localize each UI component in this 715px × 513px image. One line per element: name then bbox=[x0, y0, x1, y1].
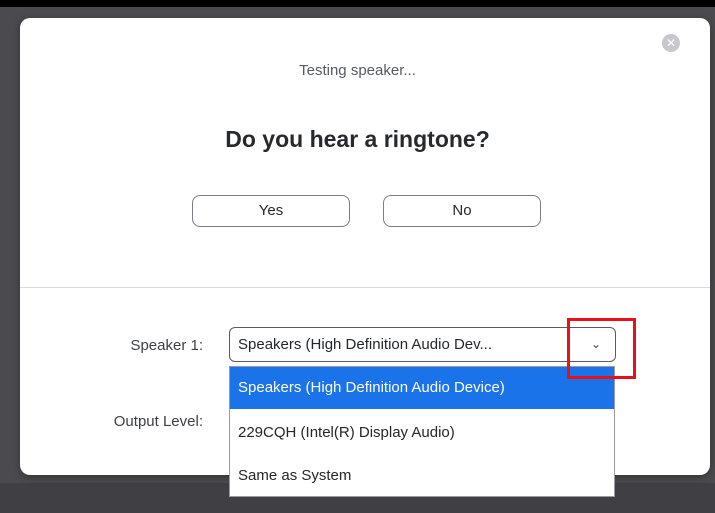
speaker-select[interactable]: Speakers (High Definition Audio Dev... ⌄ bbox=[229, 327, 616, 362]
speaker-dropdown-list: Speakers (High Definition Audio Device) … bbox=[229, 366, 615, 497]
chevron-down-icon[interactable]: ⌄ bbox=[583, 328, 609, 361]
speaker-label: Speaker 1: bbox=[130, 337, 203, 354]
output-level-label: Output Level: bbox=[113, 413, 203, 430]
dropdown-option-229cqh[interactable]: 229CQH (Intel(R) Display Audio) bbox=[230, 412, 614, 454]
question-heading: Do you hear a ringtone? bbox=[225, 126, 490, 152]
yes-button[interactable]: Yes bbox=[192, 195, 350, 227]
speaker-select-value: Speakers (High Definition Audio Dev... bbox=[238, 336, 493, 353]
close-icon[interactable]: ✕ bbox=[662, 34, 680, 52]
no-button[interactable]: No bbox=[383, 195, 541, 227]
dropdown-option-same-as-system[interactable]: Same as System bbox=[230, 455, 614, 497]
status-text: Testing speaker... bbox=[299, 62, 416, 79]
top-edge bbox=[0, 0, 715, 7]
dropdown-option-speakers[interactable]: Speakers (High Definition Audio Device) bbox=[230, 367, 614, 409]
divider bbox=[20, 287, 710, 288]
